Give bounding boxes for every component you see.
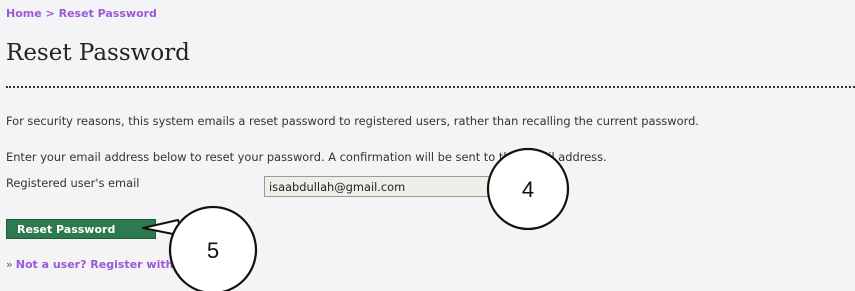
email-field-label: Registered user's email [6, 176, 140, 190]
reset-password-page: Home > Reset Password Reset Password For… [0, 0, 855, 291]
breadcrumb-current-link[interactable]: Reset Password [59, 7, 157, 20]
breadcrumb-separator: > [45, 7, 55, 20]
reset-password-button[interactable]: Reset Password [6, 219, 156, 239]
register-link[interactable]: » Not a user? Register with this site [6, 258, 228, 271]
breadcrumb-home-link[interactable]: Home [6, 7, 42, 20]
email-field[interactable] [264, 176, 502, 197]
page-title: Reset Password [6, 40, 190, 66]
instructions-text: Enter your email address below to reset … [6, 150, 607, 164]
bullet-icon: » [6, 258, 13, 271]
callout-5: 5 [142, 205, 258, 291]
breadcrumb: Home > Reset Password [6, 7, 157, 20]
security-note-text: For security reasons, this system emails… [6, 114, 699, 128]
callout-4-number: 4 [522, 177, 534, 202]
title-divider [6, 86, 855, 88]
register-link-text: Not a user? Register with this site [15, 258, 228, 271]
callout-5-bubble [168, 205, 258, 291]
